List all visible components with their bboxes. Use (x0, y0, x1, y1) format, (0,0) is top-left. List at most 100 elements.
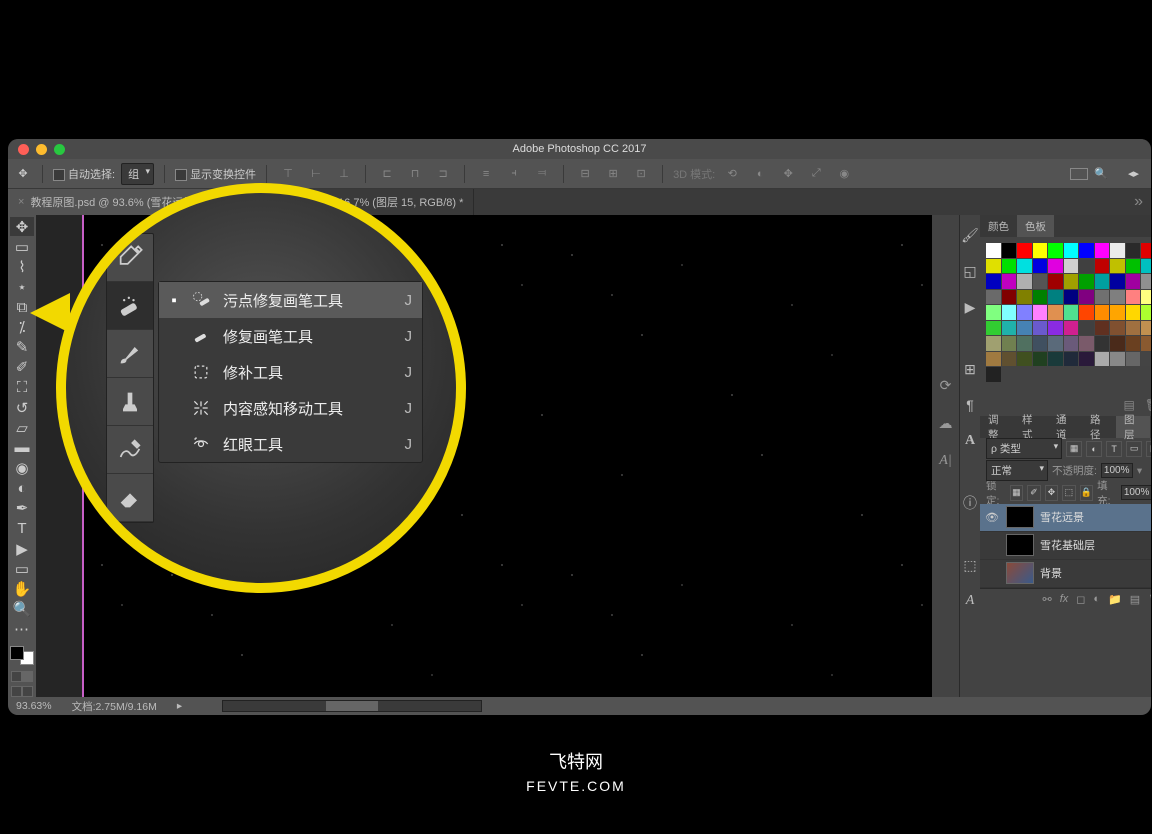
swatch[interactable] (986, 259, 1001, 274)
tab-layers[interactable]: 图层 (1116, 416, 1150, 438)
flyout-spot-healing[interactable]: ▪ 污点修复画笔工具 J (159, 282, 422, 318)
swatch[interactable] (1126, 336, 1141, 351)
swatch[interactable] (1110, 259, 1125, 274)
tab-swatches[interactable]: 色板 (1017, 215, 1054, 237)
flyout-red-eye[interactable]: 红眼工具 J (159, 426, 422, 462)
swatch[interactable] (1095, 243, 1110, 258)
hand-tool[interactable]: ✋ (10, 579, 34, 598)
swatch[interactable] (1017, 321, 1032, 336)
layer-mask-icon[interactable]: ◻ (1076, 593, 1085, 606)
panel-menu-icon[interactable]: ≡ (1150, 220, 1151, 232)
swatch[interactable] (1141, 274, 1151, 289)
align-hcenter-icon[interactable]: ⊓ (404, 163, 426, 185)
distribute-icon[interactable]: ⫤ (531, 163, 553, 185)
close-tab-icon[interactable]: × (18, 196, 24, 208)
swatch[interactable] (1095, 352, 1110, 367)
swatch[interactable] (1064, 274, 1079, 289)
dodge-tool[interactable]: ◐ (10, 479, 34, 498)
delete-swatch-icon[interactable]: 🗑 (1145, 398, 1151, 412)
swatch[interactable] (1064, 290, 1079, 305)
tab-color[interactable]: 颜色 (980, 215, 1017, 237)
panel-menu-icon[interactable]: ≡ (1150, 421, 1151, 433)
tab-paths[interactable]: 路径 (1082, 416, 1116, 438)
3d-slide-icon[interactable]: ⤢ (805, 163, 827, 185)
layer-row[interactable]: 雪花基础层 (980, 532, 1151, 560)
swatch[interactable] (986, 352, 1001, 367)
layer-row[interactable]: 👁 雪花远景 (980, 504, 1151, 532)
lock-trans-icon[interactable]: ▦ (1010, 485, 1024, 501)
swatch[interactable] (1017, 259, 1032, 274)
swatch[interactable] (1017, 243, 1032, 258)
swatch[interactable] (986, 290, 1001, 305)
swatches-grid[interactable] (980, 237, 1151, 388)
swatch[interactable] (1095, 290, 1110, 305)
swatch[interactable] (1048, 305, 1063, 320)
history-brush-tool[interactable]: ↺ (10, 398, 34, 417)
swatch[interactable] (1033, 321, 1048, 336)
edit-toolbar[interactable]: ⋯ (10, 620, 34, 639)
swatch[interactable] (1095, 321, 1110, 336)
close-window[interactable] (18, 144, 29, 155)
swatch[interactable] (1079, 336, 1094, 351)
lasso-tool[interactable]: ⌇ (10, 257, 34, 276)
swatch[interactable] (1002, 259, 1017, 274)
blend-mode-dropdown[interactable]: 正常 (986, 460, 1048, 481)
marquee-tool[interactable]: ▭ (10, 237, 34, 256)
swatch[interactable] (1033, 352, 1048, 367)
type-tool[interactable]: T (10, 519, 34, 538)
swatch[interactable] (1110, 321, 1125, 336)
swatch[interactable] (1033, 274, 1048, 289)
swatch[interactable] (1141, 259, 1151, 274)
swatch[interactable] (1033, 305, 1048, 320)
filter-smart-icon[interactable]: ◫ (1146, 441, 1151, 457)
3d-camera-icon[interactable]: ◉ (833, 163, 855, 185)
swatch[interactable] (1079, 274, 1094, 289)
swatch[interactable] (1002, 352, 1017, 367)
brush-presets-icon[interactable]: ◱ (960, 261, 980, 281)
tab-adjust[interactable]: 调整 (980, 416, 1014, 438)
swatch[interactable] (1017, 290, 1032, 305)
swatch[interactable] (1048, 290, 1063, 305)
distribute-h-icon[interactable]: ⊟ (574, 163, 596, 185)
swatch[interactable] (1033, 336, 1048, 351)
horizontal-scrollbar[interactable] (222, 700, 482, 712)
zoomed-history-brush-tool[interactable] (107, 426, 153, 474)
swatch[interactable] (1017, 305, 1032, 320)
swatch[interactable] (1110, 305, 1125, 320)
swatch[interactable] (1126, 352, 1141, 367)
collapse-panels-icon[interactable]: ◂▸ (1128, 167, 1139, 180)
3d-pan-icon[interactable]: ✥ (777, 163, 799, 185)
swatch[interactable] (1110, 243, 1125, 258)
swatch[interactable] (1002, 243, 1017, 258)
swatch[interactable] (1048, 336, 1063, 351)
distribute-icon[interactable]: ⫞ (503, 163, 525, 185)
lock-pixels-icon[interactable]: ✐ (1027, 485, 1041, 501)
fill-input[interactable] (1121, 485, 1151, 500)
swatch[interactable] (1079, 259, 1094, 274)
flyout-healing-brush[interactable]: 修复画笔工具 J (159, 318, 422, 354)
swatch[interactable] (1064, 243, 1079, 258)
swatch[interactable] (1095, 305, 1110, 320)
navigator-icon[interactable]: A (960, 431, 980, 451)
visibility-icon[interactable]: 👁 (984, 511, 1000, 524)
layer-row[interactable]: 背景 🔒 (980, 560, 1151, 588)
brush-tool[interactable]: ✐ (10, 358, 34, 377)
quick-mask[interactable] (11, 671, 33, 682)
brushes-icon[interactable]: 🖌 (960, 225, 980, 245)
3d-orbit-icon[interactable]: ⟲ (721, 163, 743, 185)
lock-artboard-icon[interactable]: ⬚ (1062, 485, 1076, 501)
swatch[interactable] (1110, 274, 1125, 289)
swatch[interactable] (1110, 336, 1125, 351)
filter-adjust-icon[interactable]: ◐ (1086, 441, 1102, 457)
screen-mode[interactable] (11, 686, 33, 697)
swatch[interactable] (1002, 305, 1017, 320)
link-layers-icon[interactable]: ⚯ (1042, 593, 1051, 606)
swatch[interactable] (1048, 243, 1063, 258)
swatch[interactable] (986, 274, 1001, 289)
new-layer-icon[interactable]: ▤ (1130, 593, 1140, 606)
swatch[interactable] (1126, 243, 1141, 258)
pen-tool[interactable]: ✒ (10, 499, 34, 518)
swatch[interactable] (1033, 243, 1048, 258)
zoomed-healing-brush-tool[interactable] (107, 282, 153, 330)
swatch[interactable] (1141, 321, 1151, 336)
